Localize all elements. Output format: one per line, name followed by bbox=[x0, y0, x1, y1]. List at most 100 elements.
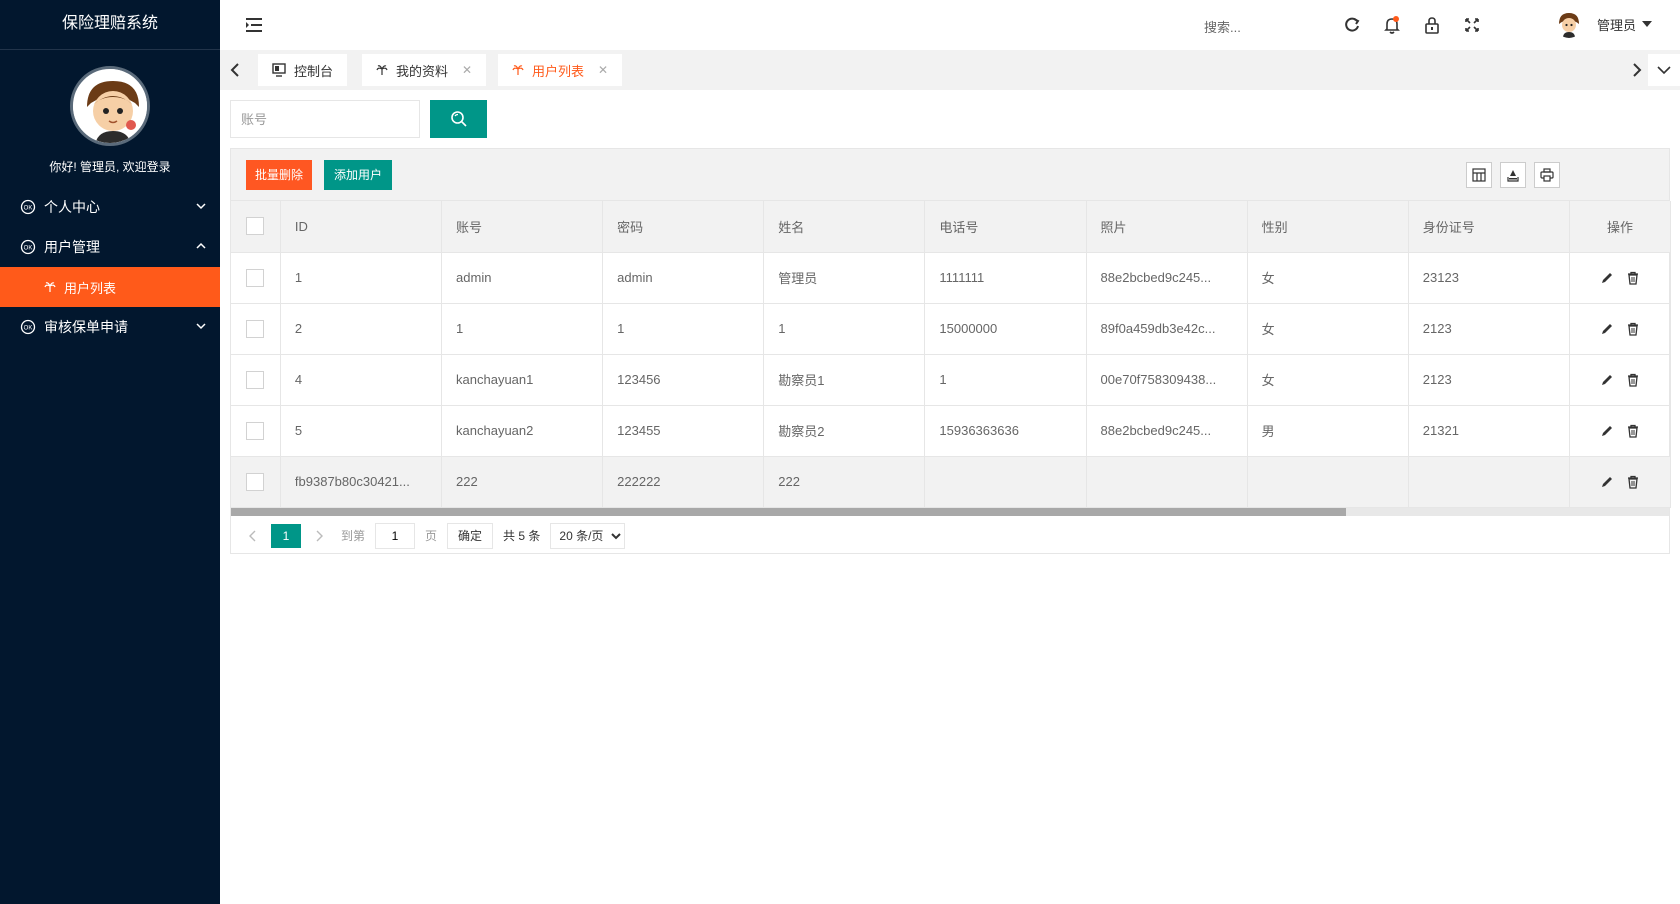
chevron-up-icon bbox=[196, 242, 206, 249]
row-select-cell bbox=[231, 303, 281, 355]
table-row: 1 admin admin 管理员 1111111 88e2bcbed9c245… bbox=[231, 252, 1672, 304]
tab-my-profile[interactable]: 我的资料 ✕ bbox=[362, 54, 487, 86]
cell-account: kanchayuan2 bbox=[441, 405, 604, 457]
goto-confirm-button[interactable]: 确定 bbox=[447, 522, 494, 549]
chevron-left-icon[interactable] bbox=[226, 60, 246, 80]
cell-password: 123456 bbox=[602, 354, 765, 406]
refresh-icon[interactable] bbox=[1342, 15, 1362, 35]
search-button[interactable] bbox=[430, 100, 487, 138]
prev-page-icon[interactable] bbox=[245, 528, 261, 544]
edit-icon[interactable] bbox=[1600, 271, 1614, 285]
close-icon[interactable]: ✕ bbox=[598, 63, 608, 77]
ok-circle-icon: OK bbox=[20, 319, 36, 335]
columns-icon bbox=[1472, 168, 1486, 182]
columns-filter-button[interactable] bbox=[1466, 162, 1492, 188]
export-button[interactable] bbox=[1500, 162, 1526, 188]
column-header[interactable]: 身份证号 bbox=[1408, 201, 1570, 253]
column-header[interactable]: 照片 bbox=[1086, 201, 1248, 253]
pagination: 1 到第 页 确定 共 5 条 20 条/页 bbox=[231, 516, 1669, 556]
current-page-button[interactable]: 1 bbox=[271, 523, 301, 548]
row-checkbox[interactable] bbox=[246, 268, 265, 287]
goto-page-input[interactable] bbox=[375, 522, 416, 549]
edit-icon[interactable] bbox=[1600, 373, 1614, 387]
header-search[interactable]: 搜索... bbox=[1204, 17, 1241, 36]
lock-icon[interactable] bbox=[1422, 15, 1442, 35]
close-icon[interactable]: ✕ bbox=[462, 63, 472, 77]
chevron-right-icon[interactable] bbox=[1626, 60, 1646, 80]
menu-toggle-icon[interactable] bbox=[244, 16, 264, 34]
scrollbar-thumb[interactable] bbox=[231, 507, 1346, 516]
row-select-cell bbox=[231, 405, 281, 457]
cell-password: 222222 bbox=[602, 456, 765, 508]
total-count: 共 5 条 bbox=[503, 529, 541, 543]
column-header[interactable]: 性别 bbox=[1247, 201, 1409, 253]
batch-delete-button[interactable]: 批量删除 bbox=[246, 160, 313, 190]
select-all-cell bbox=[231, 201, 281, 253]
column-header[interactable]: 姓名 bbox=[763, 201, 926, 253]
add-user-button[interactable]: 添加用户 bbox=[324, 160, 393, 190]
print-button[interactable] bbox=[1534, 162, 1560, 188]
sidebar-item-user-management[interactable]: OK 用户管理 bbox=[0, 227, 220, 267]
cell-photo bbox=[1086, 456, 1248, 508]
column-header[interactable]: ID bbox=[280, 201, 443, 253]
tab-user-list[interactable]: 用户列表 ✕ bbox=[498, 54, 623, 86]
row-select-cell bbox=[231, 456, 281, 508]
chevron-down-icon bbox=[1657, 66, 1671, 75]
cell-photo: 88e2bcbed9c245... bbox=[1086, 405, 1248, 457]
palm-icon bbox=[512, 65, 524, 75]
cell-actions bbox=[1569, 456, 1672, 508]
column-header[interactable]: 账号 bbox=[441, 201, 604, 253]
sidebar-subitem-user-list[interactable]: 用户列表 bbox=[0, 267, 220, 307]
cell-account: 1 bbox=[441, 303, 604, 355]
cell-account: 222 bbox=[441, 456, 604, 508]
row-checkbox[interactable] bbox=[246, 421, 265, 440]
trash-icon[interactable] bbox=[1626, 373, 1640, 387]
fullscreen-icon[interactable] bbox=[1462, 15, 1482, 35]
cell-name: 勘察员2 bbox=[763, 405, 926, 457]
select-all-checkbox[interactable] bbox=[246, 217, 265, 236]
edit-icon[interactable] bbox=[1600, 322, 1614, 336]
cell-gender: 女 bbox=[1247, 303, 1409, 355]
cell-account: admin bbox=[441, 252, 604, 304]
column-header[interactable]: 电话号 bbox=[924, 201, 1087, 253]
tabs-dropdown[interactable] bbox=[1648, 54, 1680, 86]
tab-dashboard[interactable]: 控制台 bbox=[258, 54, 348, 86]
cell-photo: 89f0a459db3e42c... bbox=[1086, 303, 1248, 355]
export-icon bbox=[1507, 170, 1519, 182]
top-header: 搜索... 管理员 bbox=[220, 0, 1680, 50]
avatar bbox=[70, 66, 150, 146]
edit-icon[interactable] bbox=[1600, 424, 1614, 438]
cell-name: 管理员 bbox=[763, 252, 926, 304]
tab-label: 控制台 bbox=[294, 63, 334, 79]
horizontal-scrollbar[interactable] bbox=[231, 507, 1669, 516]
page-size-select[interactable]: 20 条/页 bbox=[550, 522, 626, 549]
trash-icon[interactable] bbox=[1626, 424, 1640, 438]
row-checkbox[interactable] bbox=[246, 319, 265, 338]
tab-label: 用户列表 bbox=[532, 63, 585, 79]
svg-text:OK: OK bbox=[24, 326, 33, 332]
palm-icon bbox=[376, 65, 388, 75]
cell-id: 4 bbox=[280, 354, 443, 406]
trash-icon[interactable] bbox=[1626, 271, 1640, 285]
table-row: fb9387b80c30421... 222 222222 222 bbox=[231, 456, 1672, 508]
row-checkbox[interactable] bbox=[246, 472, 265, 491]
cell-account: kanchayuan1 bbox=[441, 354, 604, 406]
palm-icon bbox=[44, 282, 56, 292]
row-checkbox[interactable] bbox=[246, 370, 265, 389]
cell-actions bbox=[1569, 252, 1672, 304]
user-menu[interactable]: 管理员 bbox=[1555, 10, 1653, 38]
trash-icon[interactable] bbox=[1626, 475, 1640, 489]
sidebar-item-review-policy[interactable]: OK 审核保单申请 bbox=[0, 307, 220, 347]
main-content: 批量删除 添加用户 ID 账号 密码 姓名 bbox=[220, 90, 1680, 904]
page-unit-label: 页 bbox=[425, 529, 438, 543]
column-header[interactable]: 密码 bbox=[602, 201, 765, 253]
app-title: 保险理赔系统 bbox=[0, 0, 220, 50]
bell-icon[interactable] bbox=[1382, 15, 1402, 35]
cell-id: 2 bbox=[280, 303, 443, 355]
trash-icon[interactable] bbox=[1626, 322, 1640, 336]
table-row: 4 kanchayuan1 123456 勘察员1 1 00e70f758309… bbox=[231, 354, 1672, 406]
edit-icon[interactable] bbox=[1600, 475, 1614, 489]
sidebar-item-personal-center[interactable]: OK 个人中心 bbox=[0, 187, 220, 227]
next-page-icon[interactable] bbox=[311, 528, 327, 544]
account-search-input[interactable] bbox=[230, 100, 420, 138]
